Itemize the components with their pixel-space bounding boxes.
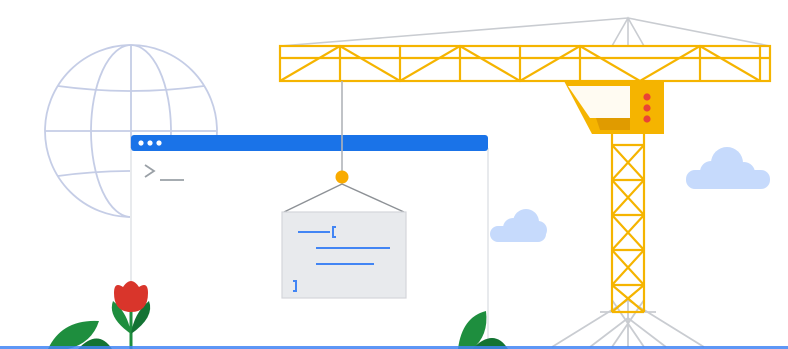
crane-cab: [564, 81, 664, 134]
crane-tower: [610, 126, 646, 314]
crane-base: [551, 298, 705, 348]
code-card: [281, 211, 407, 299]
window-dot-icon: [138, 140, 144, 146]
window-dot-icon: [147, 140, 153, 146]
cloud-icon: [686, 147, 770, 189]
crane-jib: [278, 44, 772, 83]
cab-light-icon: [643, 93, 651, 101]
window-dot-icon: [156, 140, 162, 146]
cab-light-icon: [643, 115, 651, 123]
cloud-icon: [490, 209, 547, 242]
leaf-icon: [48, 320, 112, 349]
browser-title-bar: [131, 135, 488, 151]
crane-top-cables: [279, 16, 771, 47]
cab-light-icon: [643, 104, 651, 112]
under-construction-illustration: [0, 16, 788, 349]
